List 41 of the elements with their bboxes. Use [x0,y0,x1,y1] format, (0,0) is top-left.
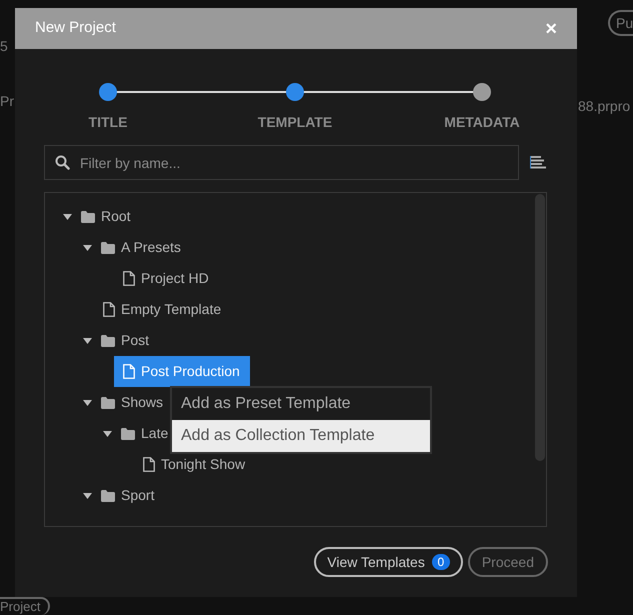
step-label: METADATA [444,113,520,132]
folder-icon [121,428,135,440]
view-templates-button[interactable]: View Templates 0 [314,547,463,577]
menu-item[interactable]: Add as Preset Template [172,388,430,420]
file-icon [123,271,135,286]
step-label: TITLE [88,113,128,132]
tree-item[interactable]: Post Production [114,356,250,387]
file-icon [123,364,135,379]
file-icon [103,302,115,317]
caret-icon[interactable] [63,214,72,220]
step-label: TEMPLATE [258,113,332,132]
folder-icon [101,334,115,346]
search-icon [55,155,70,170]
caret-icon[interactable] [83,492,92,498]
tree-item[interactable]: Post [101,325,150,356]
caret-icon[interactable] [83,244,92,250]
filter-field[interactable]: Filter by name... [44,145,519,180]
scrollbar[interactable] [535,194,545,461]
list-icon[interactable] [530,156,546,169]
tree-item[interactable]: Shows [101,387,164,418]
window-title: New Project [35,18,116,38]
background-text: 5 [0,37,8,56]
caret-icon[interactable] [103,430,112,436]
tree-item[interactable]: Tonight Show [143,449,246,480]
folder-icon [101,242,115,254]
tree-item[interactable]: Late [121,418,168,449]
file-icon [143,457,155,472]
caret-icon[interactable] [83,338,92,344]
tree-item[interactable]: Root [81,201,131,232]
folder-icon [101,490,115,502]
folder-icon [81,210,95,222]
background-text: 88.prpro [578,97,630,116]
tree-item[interactable]: Project HD [123,263,209,294]
tree-item[interactable]: Empty Template [103,294,222,325]
tree-item[interactable]: Sport [101,480,154,511]
caret-icon[interactable] [83,400,92,406]
menu-item[interactable]: Add as Collection Template [172,420,430,452]
tree-item[interactable]: A Presets [101,232,181,263]
count-badge: 0 [432,554,450,570]
background-text: Pr [0,92,14,111]
folder-icon [101,396,115,408]
